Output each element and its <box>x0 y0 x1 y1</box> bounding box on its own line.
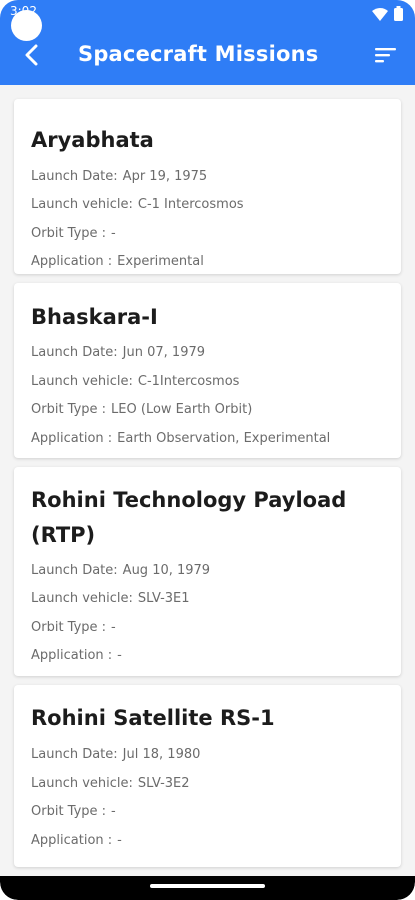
application-value: - <box>117 648 122 663</box>
launch-date-value: Apr 19, 1975 <box>122 169 208 184</box>
launch-vehicle-row: Launch vehicle: C-1 Intercosmos <box>31 197 244 212</box>
mission-card[interactable]: Rohini Satellite RS-1 Launch Date: Jul 18… <box>14 685 401 867</box>
launch-date-row: Launch Date: Aug 10, 1979 <box>31 563 210 578</box>
launch-vehicle-value: SLV-3E1 <box>137 591 190 606</box>
mission-card[interactable]: Aryabhata Launch Date: Apr 19, 1975 Launc… <box>14 99 401 274</box>
launch-date-label: Launch Date: <box>31 345 118 360</box>
orbit-type-label: Orbit Type : <box>31 402 107 417</box>
back-button[interactable] <box>14 40 48 74</box>
orbit-type-label: Orbit Type : <box>31 226 107 241</box>
launch-vehicle-label: Launch vehicle: <box>31 197 133 212</box>
launch-vehicle-value: SLV-3E2 <box>137 776 190 791</box>
status-icons <box>372 6 403 25</box>
launch-date-value: Jun 07, 1979 <box>122 345 206 360</box>
app-screen: 3:02 Spacecraft Missions <box>0 0 415 900</box>
home-indicator[interactable] <box>150 884 265 888</box>
orbit-type-label: Orbit Type : <box>31 804 107 819</box>
application-value: - <box>117 833 122 848</box>
battery-icon <box>394 6 403 25</box>
launch-vehicle-label: Launch vehicle: <box>31 591 133 606</box>
application-row: Application :- <box>31 833 122 848</box>
app-bar: 3:02 Spacecraft Missions <box>0 0 415 85</box>
orbit-type-value: - <box>111 226 116 241</box>
sort-icon <box>375 47 397 67</box>
launch-vehicle-row: Launch vehicle: SLV-3E2 <box>31 776 190 791</box>
mission-card[interactable]: Bhaskara-I Launch Date: Jun 07, 1979 Laun… <box>14 283 401 458</box>
camera-cutout <box>11 10 42 41</box>
orbit-type-row: Orbit Type :- <box>31 620 116 635</box>
orbit-type-row: Orbit Type :- <box>31 226 116 241</box>
arrow-back-icon <box>23 44 39 70</box>
page-title: Spacecraft Missions <box>78 42 319 66</box>
launch-date-label: Launch Date: <box>31 563 118 578</box>
navigation-bar <box>0 876 415 900</box>
application-row: Application : Earth Observation, Experime… <box>31 431 330 446</box>
mission-name: Aryabhata <box>31 128 154 152</box>
application-label: Application : <box>31 254 113 269</box>
launch-date-row: Launch Date: Jul 18, 1980 <box>31 747 200 762</box>
wifi-icon <box>372 6 388 25</box>
launch-date-label: Launch Date: <box>31 747 118 762</box>
launch-vehicle-value: C-1Intercosmos <box>137 374 240 389</box>
mission-name: Rohini Technology Payload (RTP) <box>31 488 347 547</box>
mission-card[interactable]: Rohini Technology Payload (RTP) Launch D… <box>14 467 401 676</box>
application-label: Application : <box>31 833 113 848</box>
application-label: Application : <box>31 431 113 446</box>
launch-date-value: Aug 10, 1979 <box>122 563 211 578</box>
launch-vehicle-row: Launch vehicle: C-1Intercosmos <box>31 374 239 389</box>
application-value: Experimental <box>117 254 204 269</box>
orbit-type-value: - <box>111 620 116 635</box>
launch-date-value: Jul 18, 1980 <box>122 747 201 762</box>
launch-date-row: Launch Date: Apr 19, 1975 <box>31 169 207 184</box>
orbit-type-label: Orbit Type : <box>31 620 107 635</box>
status-bar: 3:02 <box>0 0 415 41</box>
launch-date-label: Launch Date: <box>31 169 118 184</box>
orbit-type-row: Orbit Type : LEO (Low Earth Orbit) <box>31 402 252 417</box>
orbit-type-row: Orbit Type :- <box>31 804 116 819</box>
launch-vehicle-label: Launch vehicle: <box>31 374 133 389</box>
application-label: Application : <box>31 648 113 663</box>
launch-vehicle-label: Launch vehicle: <box>31 776 133 791</box>
launch-date-row: Launch Date: Jun 07, 1979 <box>31 345 205 360</box>
sort-button[interactable] <box>369 40 403 74</box>
orbit-type-value: - <box>111 804 116 819</box>
orbit-type-value: LEO (Low Earth Orbit) <box>111 402 253 417</box>
application-value: Earth Observation, Experimental <box>117 431 331 446</box>
application-row: Application :- <box>31 648 122 663</box>
mission-name: Rohini Satellite RS-1 <box>31 706 275 730</box>
launch-vehicle-value: C-1 Intercosmos <box>137 197 244 212</box>
mission-name: Bhaskara-I <box>31 305 158 329</box>
launch-vehicle-row: Launch vehicle: SLV-3E1 <box>31 591 190 606</box>
application-row: Application : Experimental <box>31 254 204 269</box>
